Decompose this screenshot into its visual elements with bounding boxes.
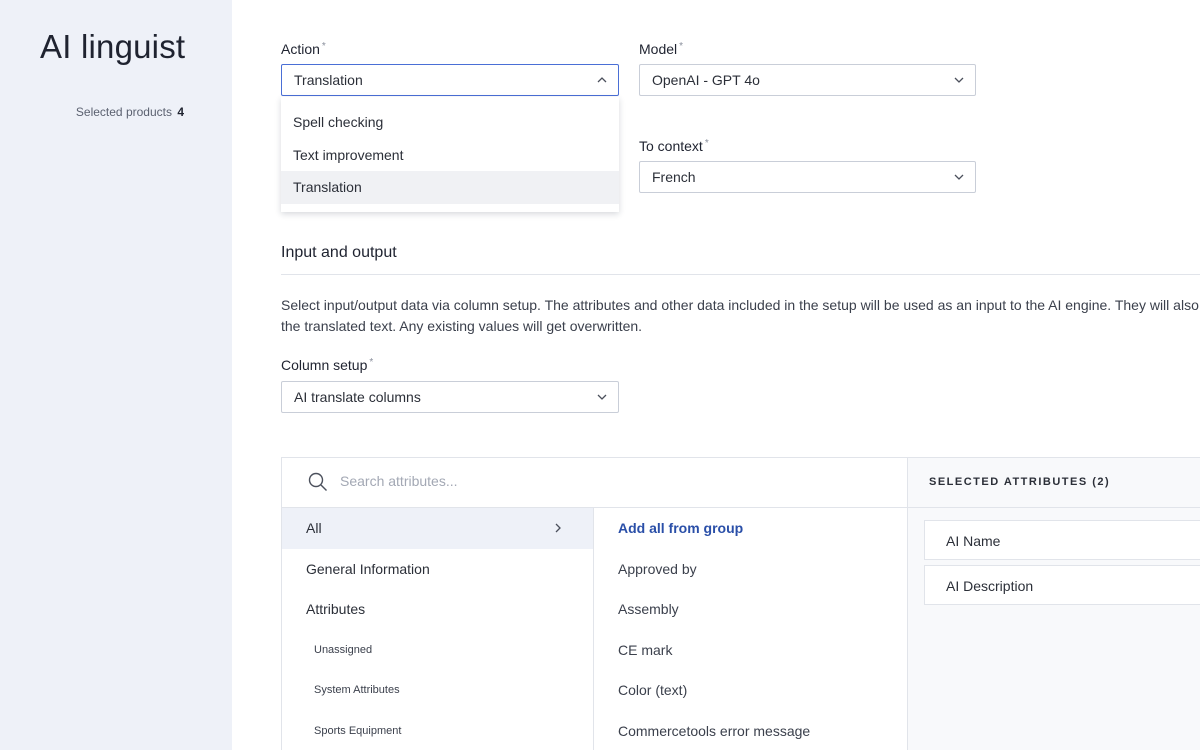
model-label: Model *	[639, 41, 683, 57]
chevron-up-icon	[596, 65, 608, 95]
description-line: Select input/output data via column setu…	[281, 297, 1199, 313]
attribute-search-input[interactable]	[340, 473, 740, 489]
model-label-text: Model	[639, 41, 678, 57]
column-setup-select[interactable]: AI translate columns	[281, 381, 619, 413]
attribute-list: Add all from group Approved by Assembly …	[594, 508, 907, 750]
selected-products-label: Selected products	[75, 105, 172, 119]
input-output-title: Input and output	[281, 244, 397, 261]
required-marker: *	[704, 138, 709, 149]
selected-attributes-header: SELECTED ATTRIBUTES (2)	[907, 458, 1200, 508]
column-setup-select-value: AI translate columns	[294, 389, 421, 405]
required-marker: *	[369, 357, 374, 368]
attribute-item[interactable]: Commercetools error message	[594, 711, 907, 750]
attribute-item[interactable]: Approved by	[594, 549, 907, 590]
group-item-attributes[interactable]: Attributes	[282, 589, 593, 630]
group-item-system-attributes[interactable]: System Attributes	[282, 670, 593, 711]
model-select-value: OpenAI - GPT 4o	[652, 72, 760, 88]
model-select[interactable]: OpenAI - GPT 4o	[639, 64, 976, 96]
group-item-general-information[interactable]: General Information	[282, 549, 593, 590]
action-label: Action *	[281, 41, 326, 57]
attributes-panel: SELECTED ATTRIBUTES (2) All General Info…	[281, 457, 1200, 750]
attribute-item[interactable]: Assembly	[594, 589, 907, 630]
group-item-sports-equipment[interactable]: Sports Equipment	[282, 711, 593, 750]
chevron-right-icon	[555, 508, 561, 549]
chevron-down-icon	[953, 162, 965, 192]
attribute-item[interactable]: Color (text)	[594, 670, 907, 711]
required-marker: *	[321, 41, 326, 52]
to-context-select[interactable]: French	[639, 161, 976, 193]
sidebar: AI linguist Selected products 4	[0, 0, 232, 750]
group-item-all[interactable]: All	[282, 508, 593, 549]
to-context-label: To context *	[639, 138, 709, 154]
action-option-spell-checking[interactable]: Spell checking	[281, 106, 619, 139]
chevron-down-icon	[953, 65, 965, 95]
add-all-from-group-link[interactable]: Add all from group	[594, 508, 907, 549]
app-title: AI linguist	[40, 28, 186, 65]
input-output-description: Select input/output data via column setu…	[281, 295, 1200, 337]
selected-products-summary: Selected products 4	[76, 105, 184, 119]
chevron-down-icon	[596, 382, 608, 412]
section-divider	[281, 274, 1200, 275]
attribute-item[interactable]: CE mark	[594, 630, 907, 671]
selected-products-count: 4	[177, 105, 184, 119]
action-select[interactable]: Translation	[281, 64, 619, 96]
selected-attribute-item[interactable]: AI Description	[924, 565, 1200, 605]
action-option-text-improvement[interactable]: Text improvement	[281, 139, 619, 172]
selected-attribute-item[interactable]: AI Name	[924, 520, 1200, 560]
to-context-select-value: French	[652, 169, 696, 185]
action-dropdown-menu: Spell checking Text improvement Translat…	[281, 97, 619, 212]
required-marker: *	[679, 41, 684, 52]
action-label-text: Action	[281, 41, 320, 57]
selected-attributes-list: AI Name AI Description	[907, 508, 1200, 750]
search-icon	[308, 472, 328, 492]
attribute-group-list: All General Information Attributes Unass…	[282, 508, 594, 750]
group-item-label: All	[306, 520, 322, 536]
action-select-value: Translation	[294, 72, 363, 88]
description-line: the translated text. Any existing values…	[281, 318, 643, 334]
column-setup-label: Column setup *	[281, 357, 373, 373]
attribute-search-area	[282, 458, 907, 508]
group-item-unassigned[interactable]: Unassigned	[282, 630, 593, 671]
selected-attributes-title: SELECTED ATTRIBUTES (2)	[929, 476, 1111, 488]
column-setup-label-text: Column setup	[281, 357, 368, 373]
to-context-label-text: To context	[639, 138, 703, 154]
action-option-translation[interactable]: Translation	[281, 171, 619, 204]
